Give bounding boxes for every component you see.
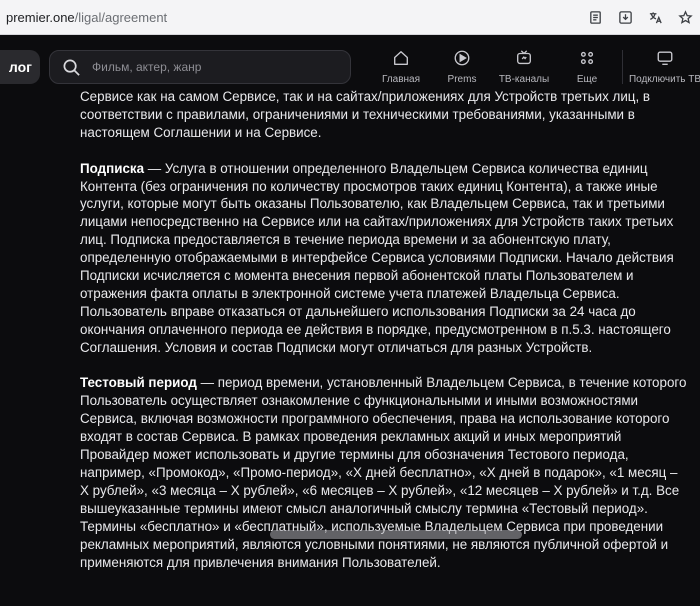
definition-trial-period: Тестовый период — период времени, устано… bbox=[80, 374, 690, 571]
nav-more-label: Еще bbox=[576, 74, 598, 85]
play-circle-icon bbox=[451, 47, 473, 69]
definition-trial-period-text: — период времени, установленный Владельц… bbox=[80, 375, 687, 570]
star-bookmark-icon[interactable] bbox=[676, 8, 694, 26]
tv-icon bbox=[513, 47, 535, 69]
intro-paragraph: Сервисе как на самом Сервисе, так и на с… bbox=[80, 89, 651, 140]
catalog-button[interactable]: лог bbox=[0, 50, 40, 84]
url-path: /ligal/agreement bbox=[74, 10, 168, 25]
search-input[interactable] bbox=[92, 60, 332, 74]
url-host: premier.one bbox=[6, 10, 75, 25]
nav-connect-tv-label: Подключить ТВ bbox=[628, 74, 700, 85]
reader-view-icon[interactable] bbox=[586, 8, 604, 26]
nav-home-label: Главная bbox=[381, 74, 421, 85]
definition-subscription: Подписка — Услуга в отношении определенн… bbox=[80, 160, 690, 357]
definition-subscription-text: — Услуга в отношении определенного Владе… bbox=[80, 160, 674, 355]
term-trial-period: Тестовый период bbox=[80, 375, 197, 391]
text-selection-highlight bbox=[270, 530, 522, 539]
nav-tv-channels-label: ТВ-каналы bbox=[498, 74, 550, 85]
search-icon bbox=[62, 57, 82, 77]
term-subscription: Подписка bbox=[80, 160, 145, 176]
monitor-icon bbox=[654, 47, 676, 69]
url-field[interactable]: premier.one/ligal/agreement bbox=[6, 10, 167, 25]
download-icon[interactable] bbox=[616, 8, 634, 26]
browser-address-bar: premier.one/ligal/agreement bbox=[0, 0, 700, 35]
home-icon bbox=[390, 47, 412, 69]
translate-icon[interactable] bbox=[646, 8, 664, 26]
agreement-document: Сервисе как на самом Сервисе, так и на с… bbox=[80, 89, 690, 589]
more-grid-icon bbox=[576, 47, 598, 69]
browser-toolbar bbox=[586, 8, 694, 26]
nav-prems-label: Prems bbox=[447, 74, 477, 85]
search-box[interactable] bbox=[49, 50, 351, 84]
nav-divider bbox=[622, 50, 623, 84]
